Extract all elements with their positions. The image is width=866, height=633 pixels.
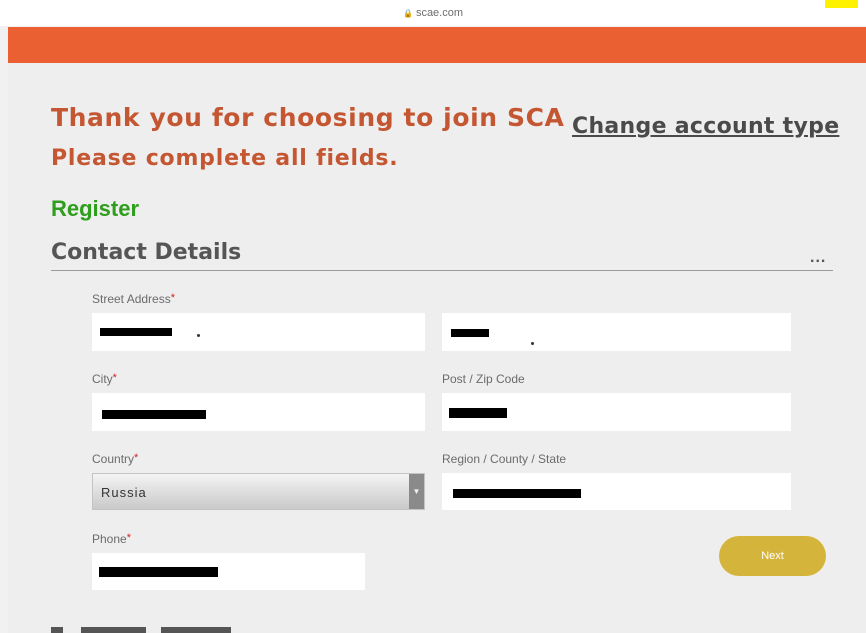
city-label: City*: [92, 372, 117, 386]
register-heading: Register: [51, 196, 140, 221]
section-title-contact-details: Contact Details: [51, 240, 242, 265]
section-divider: [51, 270, 833, 271]
thanks-heading: Thank you for choosing to join SCA: [51, 103, 565, 132]
post-zip-input[interactable]: [442, 393, 791, 431]
street-address-input[interactable]: [92, 313, 425, 351]
highlight-mark: [825, 0, 858, 8]
url-text: scae.com: [415, 7, 464, 19]
dropdown-arrow-icon[interactable]: ▼: [409, 474, 424, 509]
required-marker: *: [112, 372, 117, 384]
dot: [531, 342, 534, 345]
phone-input[interactable]: [92, 553, 365, 590]
redaction: [99, 567, 218, 577]
country-label-text: Country: [92, 452, 135, 466]
redaction: [102, 410, 206, 419]
country-label: Country*: [92, 452, 138, 466]
phone-label-text: Phone: [92, 532, 127, 546]
city-label-text: City: [92, 372, 113, 386]
url-display[interactable]: 🔒 scae.com: [0, 0, 866, 26]
required-marker: *: [126, 532, 131, 544]
screen: 🔒 scae.com Thank you for choosing to joi…: [0, 0, 866, 633]
change-account-type-link[interactable]: Change account type: [572, 114, 839, 139]
street-address-label-text: Street Address: [92, 292, 171, 306]
street-address-line2-input[interactable]: [442, 313, 791, 351]
next-button[interactable]: Next: [719, 536, 826, 576]
region-label: Region / County / State: [442, 452, 566, 466]
lock-icon: 🔒: [402, 8, 413, 18]
required-marker: *: [170, 292, 175, 304]
redaction: [453, 489, 581, 498]
country-select-value: Russia: [101, 485, 147, 500]
street-address-label: Street Address*: [92, 292, 175, 306]
country-select[interactable]: Russia ▼: [92, 473, 425, 510]
redaction: [451, 329, 489, 337]
dot: [197, 334, 200, 337]
region-label-text: Region / County / State: [442, 452, 567, 466]
city-input[interactable]: [92, 393, 425, 431]
redaction: [449, 408, 507, 418]
more-options-icon[interactable]: ...: [810, 249, 826, 267]
next-section-heading-partial: [51, 624, 251, 633]
site-header-bar: [8, 27, 866, 63]
required-marker: *: [134, 452, 139, 464]
region-input[interactable]: [442, 473, 791, 510]
browser-address-bar[interactable]: 🔒 scae.com: [0, 0, 866, 26]
instruction-heading: Please complete all fields.: [51, 146, 399, 171]
post-zip-label-text: Post / Zip Code: [442, 372, 525, 386]
post-zip-label: Post / Zip Code: [442, 372, 525, 386]
redaction: [100, 328, 172, 336]
partial-heading-glyphs: [51, 627, 241, 633]
phone-label: Phone*: [92, 532, 131, 546]
